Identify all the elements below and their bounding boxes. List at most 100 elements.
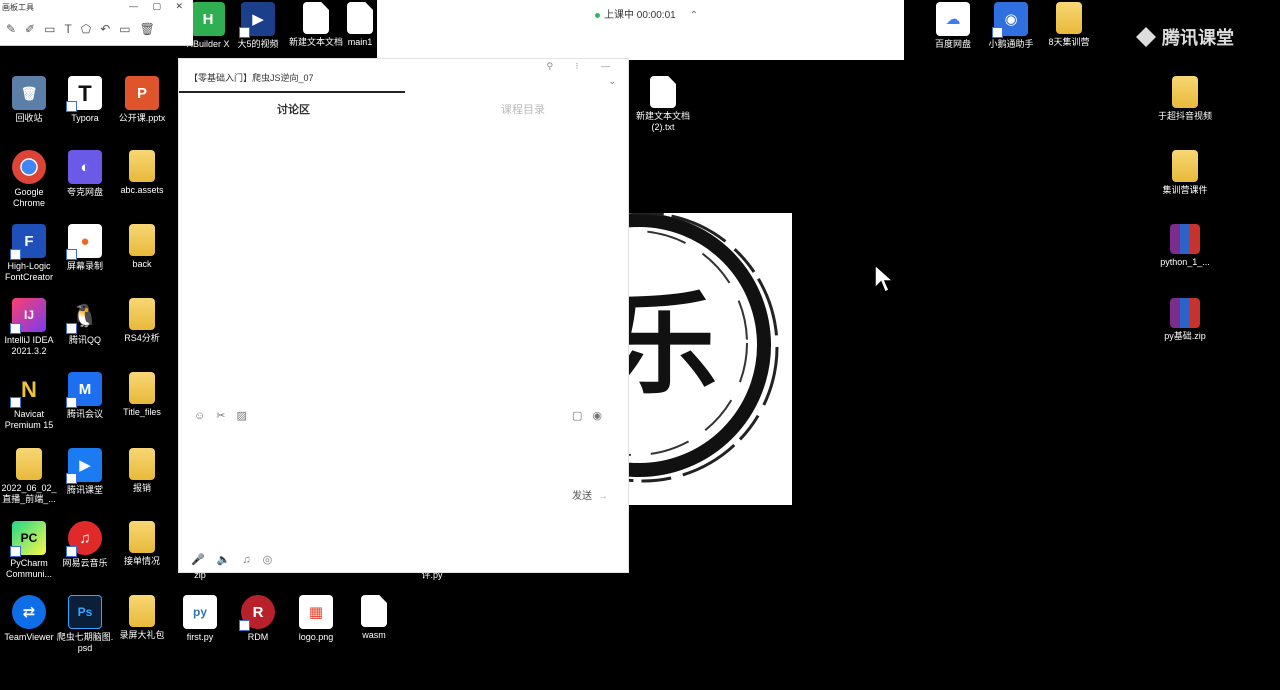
desktop-icon-label: 于超抖音视频 [1157, 111, 1212, 121]
desktop-icon-baoxiao[interactable]: 报销 [113, 448, 171, 494]
desktop-icon-abcassets[interactable]: abc.assets [113, 150, 171, 196]
chat-input-tools-icon[interactable]: ☺✂▨ [194, 409, 258, 422]
desktop-icon-screenrec[interactable]: ● 屏幕录制 [56, 224, 114, 272]
desktop-icon-fontcreator[interactable]: F High-Logic FontCreator [0, 224, 58, 283]
class-status-text: 上课中 00:00:01 [604, 10, 676, 21]
desktop-icon-video[interactable]: ▶ 大5的视频 [229, 2, 287, 50]
desktop-icon-jixun[interactable]: 集训营课件 [1156, 150, 1214, 196]
desktop-icon-teamviewer[interactable]: ⇄ TeamViewer [0, 595, 58, 643]
desktop-icon-live0602[interactable]: 2022_06_02_ 直播_前端_... [0, 448, 58, 505]
active-tab-indicator [179, 91, 405, 93]
desktop-icon-label: first.py [186, 632, 214, 642]
desktop-icon-label: 新建文本文档 (2).txt [635, 111, 690, 132]
file-icon [303, 2, 329, 34]
desktop-icon-newtxt1[interactable]: 新建文本文档 [287, 2, 345, 48]
desktop-icon-tmeeting[interactable]: M 腾讯会议 [56, 372, 114, 420]
chat-input-tools-right-icon[interactable]: ▢◉ [572, 409, 612, 422]
desktop-icon-titlefiles[interactable]: Title_files [113, 372, 171, 418]
tab-discussion[interactable]: 讨论区 [277, 101, 310, 117]
desktop-icon-main1[interactable]: main1 [342, 2, 378, 48]
folder-icon [129, 372, 155, 404]
desktop-icon-label: Typora [71, 113, 99, 123]
desktop-icon-yuchao[interactable]: 于超抖音视频 [1156, 76, 1214, 122]
photoshop-icon: Ps [68, 595, 102, 629]
window-controls-icon[interactable]: ⚲ ⁝ — [547, 61, 620, 72]
desktop-icon-idea[interactable]: IJ IntelliJ IDEA 2021.3.2 [0, 298, 58, 357]
tencent-meeting-icon: M [66, 372, 102, 408]
send-label: 发送 [572, 491, 592, 502]
desktop-icon-label: RS4分析 [124, 333, 160, 343]
netease-music-icon: ♫ [66, 521, 102, 557]
desktop-icon-label: 报销 [132, 483, 151, 493]
desktop-icon-label: abc.assets [120, 185, 164, 195]
file-icon [347, 2, 373, 34]
desktop-icon-typora[interactable]: T Typora [56, 76, 114, 124]
brand-name: 腾讯课堂 [1162, 28, 1234, 48]
desktop-icon-label: IntelliJ IDEA 2021.3.2 [4, 335, 54, 356]
chevron-down-icon[interactable]: ⌄ [608, 76, 616, 87]
desktop-icon-label: TeamViewer [4, 632, 54, 642]
desktop-icon-jiedan[interactable]: 接单情况 [113, 521, 171, 567]
class-status[interactable]: 上课中 00:00:01 ⌃ [595, 6, 698, 21]
desktop-icon-pyzip[interactable]: py基础.zip [1156, 298, 1214, 342]
quark-icon: ◐ [68, 150, 102, 184]
tab-catalog[interactable]: 课程目录 [501, 101, 545, 117]
desktop-icon-pycharm[interactable]: PC PyCharm Communi... [0, 521, 58, 580]
desktop-icon-psd[interactable]: Ps 爬虫七期脑图. psd [56, 595, 114, 654]
desktop-icon-python1[interactable]: python_1_... [1156, 224, 1214, 268]
desktop-icon-xiaoe[interactable]: ◉ 小鹅通助手 [982, 2, 1040, 50]
desktop-icon-label: 公开课.pptx [118, 113, 166, 123]
ink-logo-image: 乐 [629, 213, 792, 505]
desktop-icon-label: 新建文本文档 [288, 37, 343, 47]
desktop-icon-label: wasm [362, 630, 386, 640]
drawing-tools-icon[interactable]: ✎✐▭T⬠↶▭🗑 [6, 22, 164, 36]
ppt-icon: P [125, 76, 159, 110]
image-icon: ▦ [299, 595, 333, 629]
desktop-icon-back[interactable]: back [113, 224, 171, 270]
desktop-icon-netease[interactable]: ♫ 网易云音乐 [56, 521, 114, 569]
desktop-icon-label: Title_files [123, 407, 161, 417]
python-file-icon: py [183, 595, 217, 629]
chrome-icon: ◎ [12, 150, 46, 184]
audio-controls-icon[interactable]: 🎤🔈♫◎ [191, 553, 284, 566]
desktop-icon-label: 腾讯QQ [68, 335, 101, 345]
desktop-icon-logopng[interactable]: ▦ logo.png [287, 595, 345, 643]
desktop-icon-label: 腾讯会议 [66, 409, 103, 419]
desktop-icon-rdm[interactable]: R RDM [229, 595, 287, 643]
desktop-icon-bday[interactable]: 8天集训营 [1040, 2, 1098, 48]
mouse-cursor-icon [874, 264, 895, 294]
desktop-icon-label: 2022_06_02_ 直播_前端_... [1, 483, 57, 504]
tencent-class-logo-icon [1136, 27, 1156, 47]
desktop-icon-tclass[interactable]: ▶ 腾讯课堂 [56, 448, 114, 496]
drawing-toolbar-window-controls[interactable]: — ▢ ✕ [129, 1, 189, 12]
desktop-icon-chrome[interactable]: ◎ Google Chrome [0, 150, 58, 209]
desktop-icon-label: py基础.zip [1164, 331, 1206, 341]
desktop-icon-wasm[interactable]: wasm [345, 595, 403, 641]
desktop-icon-baidu[interactable]: ☁ 百度网盘 [924, 2, 982, 50]
folder-icon [129, 224, 155, 256]
desktop-icon-label: 网易云音乐 [62, 558, 108, 568]
desktop-icon-label: 8天集训营 [1048, 37, 1090, 47]
arrow-right-icon: → [598, 491, 608, 502]
desktop-icon-luping[interactable]: 录屏大礼包 [113, 595, 171, 641]
desktop-icon-label: Google Chrome [12, 187, 45, 208]
desktop-icon-label: python_1_... [1160, 257, 1210, 267]
send-button[interactable]: 发送 → [572, 487, 608, 502]
desktop-icon-recycle[interactable]: 🗑 回收站 [0, 76, 58, 124]
desktop-icon-pptx[interactable]: P 公开课.pptx [113, 76, 171, 124]
desktop-icon-newtxt2[interactable]: 新建文本文档 (2).txt [634, 76, 692, 133]
screen-record-icon: ● [66, 224, 102, 260]
video-icon: ▶ [239, 2, 275, 38]
desktop-icon-qq[interactable]: 🐧 腾讯QQ [56, 298, 114, 346]
archive-icon [1170, 298, 1200, 328]
desktop-icon-rs4[interactable]: RS4分析 [113, 298, 171, 344]
desktop-icon-navicat[interactable]: N Navicat Premium 15 [0, 372, 58, 431]
cloud-icon: ☁ [936, 2, 970, 36]
folder-icon [1172, 150, 1198, 182]
desktop-icon-label: Navicat Premium 15 [4, 409, 54, 430]
desktop-icon-quark[interactable]: ◐ 夸克网盘 [56, 150, 114, 198]
desktop-icon-firstpy[interactable]: py first.py [171, 595, 229, 643]
discussion-window: 【零基础入门】爬虫JS逆向_07 ⚲ ⁝ — ⌄ 讨论区 课程目录 ☺✂▨ ▢◉… [178, 58, 629, 573]
chevron-up-icon[interactable]: ⌃ [690, 10, 698, 21]
folder-icon [16, 448, 42, 480]
